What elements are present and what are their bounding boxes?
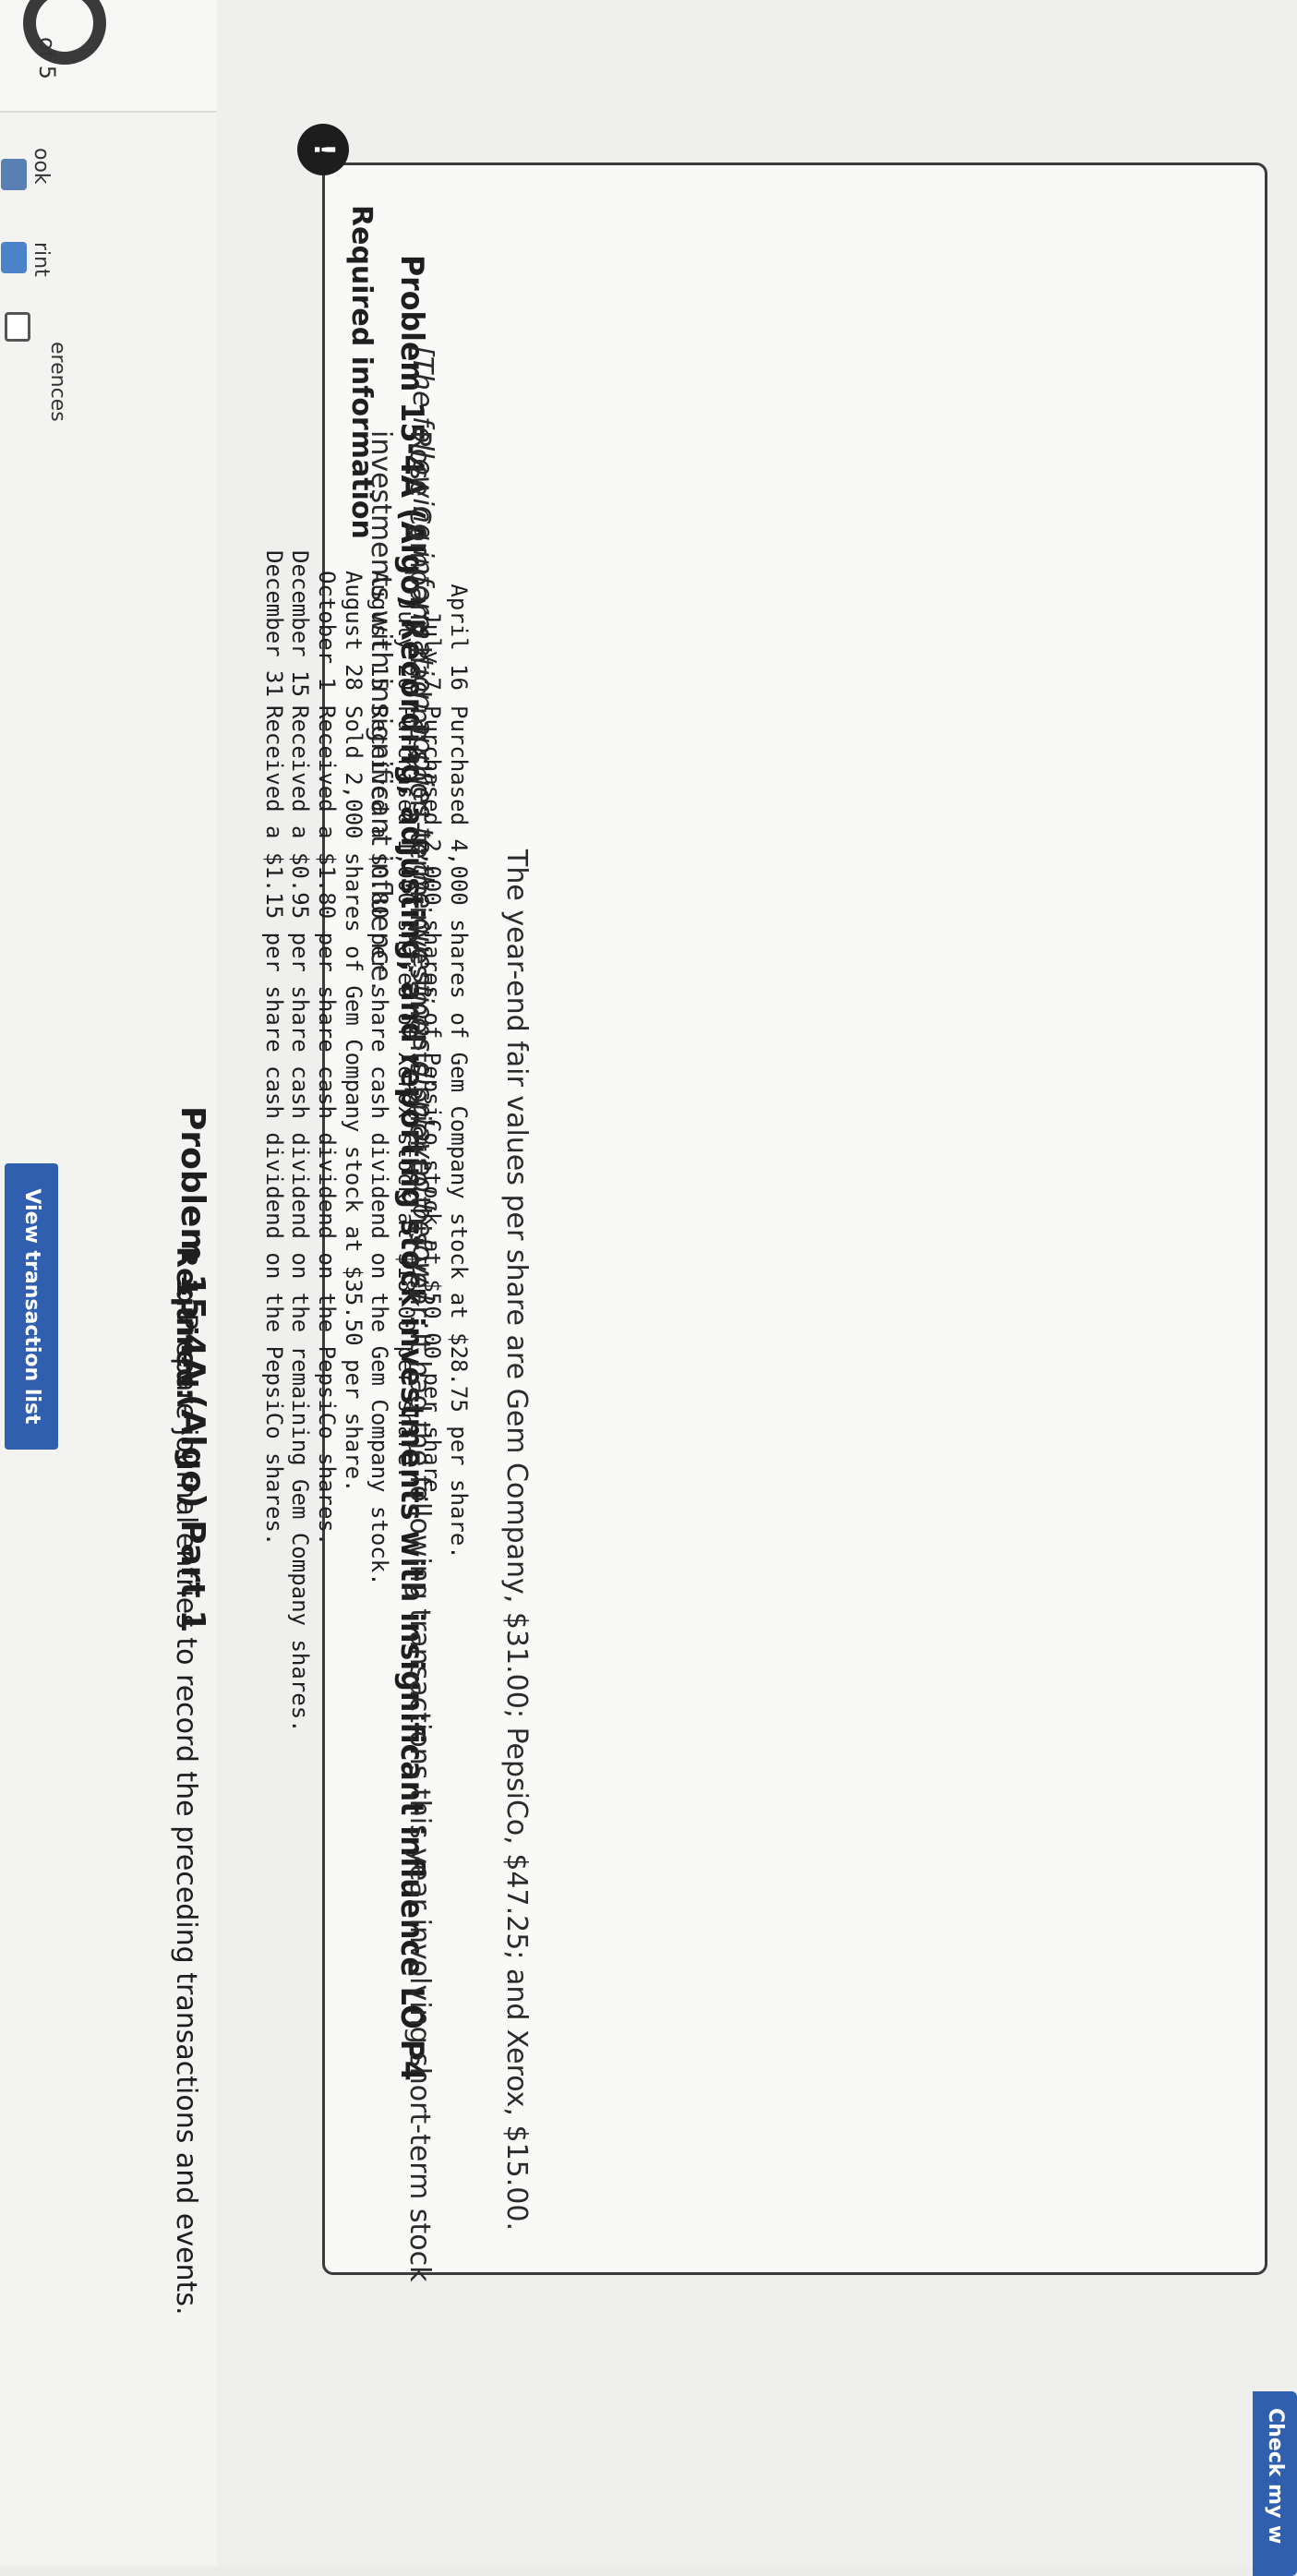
list-item: December 15 Received a $0.95 per share ca… [287, 550, 314, 1733]
sidebar-item-references[interactable]: erences [46, 342, 69, 422]
transaction-date: August 15 [366, 570, 393, 691]
fair-values-text: The year-end fair values per share are G… [500, 849, 533, 2232]
list-item: August 28 Sold 2,000 shares of Gem Compan… [340, 550, 366, 1733]
list-item: August 15 Received a $0.80 per share cash… [366, 550, 393, 1733]
page-indicator: of 5 [34, 37, 60, 80]
transaction-date: April 16 [446, 584, 472, 691]
required-item-number: 1. [170, 1278, 202, 1308]
required-item-text: Prepare journal entries to record the pr… [170, 1313, 202, 2316]
transaction-list: April 16 Purchased 4,000 shares of Gem Co… [260, 550, 472, 1733]
ebook-icon[interactable] [1, 159, 27, 190]
list-item: July 7 Purchased 2,000 shares of PepsiCo … [419, 550, 446, 1733]
print-icon[interactable] [1, 242, 27, 273]
list-item: July 20 Purchased 1,000 shares of Xerox s… [392, 550, 419, 1733]
required-item-1: 1. Prepare journal entries to record the … [170, 1278, 202, 2315]
transaction-description: Received a $1.80 per share cash dividend… [314, 705, 341, 1547]
list-item: December 31 Received a $1.15 per share ca… [260, 550, 287, 1733]
transaction-date: July 20 [392, 596, 419, 691]
transaction-description: Received a $0.80 per share cash dividend… [366, 705, 393, 1586]
sidebar-item-ebook[interactable]: ook [30, 148, 53, 185]
list-item: October 1 Received a $1.80 per share cash… [313, 550, 340, 1733]
check-my-work-button[interactable]: Check my w [1253, 2391, 1297, 2576]
transaction-description: Received a $0.95 per share cash dividend… [287, 705, 314, 1733]
list-item: April 16 Purchased 4,000 shares of Gem Co… [445, 550, 472, 1733]
transaction-description: Purchased 2,000 shares of PepsiCo stock … [419, 705, 446, 1506]
transaction-date: October 1 [314, 570, 341, 691]
transaction-description: Sold 2,000 shares of Gem Company stock a… [340, 705, 366, 1493]
transaction-description: Purchased 4,000 shares of Gem Company st… [446, 705, 472, 1559]
transaction-date: August 28 [340, 570, 366, 691]
transaction-description: Purchased 1,000 shares of Xerox stock at… [392, 705, 419, 1480]
transaction-date: July 7 [419, 610, 446, 691]
alert-icon: ! [297, 124, 349, 175]
transaction-description: Received a $1.15 per share cash dividend… [260, 705, 287, 1547]
transaction-date: December 15 [287, 550, 314, 697]
view-transaction-list-button[interactable]: View transaction list [5, 1163, 58, 1450]
transaction-date: December 31 [260, 550, 287, 697]
references-icon[interactable] [5, 312, 30, 342]
sidebar-item-print[interactable]: rint [30, 242, 53, 277]
page: of 5 ook rint erences ! Required informa… [0, 0, 1297, 2576]
